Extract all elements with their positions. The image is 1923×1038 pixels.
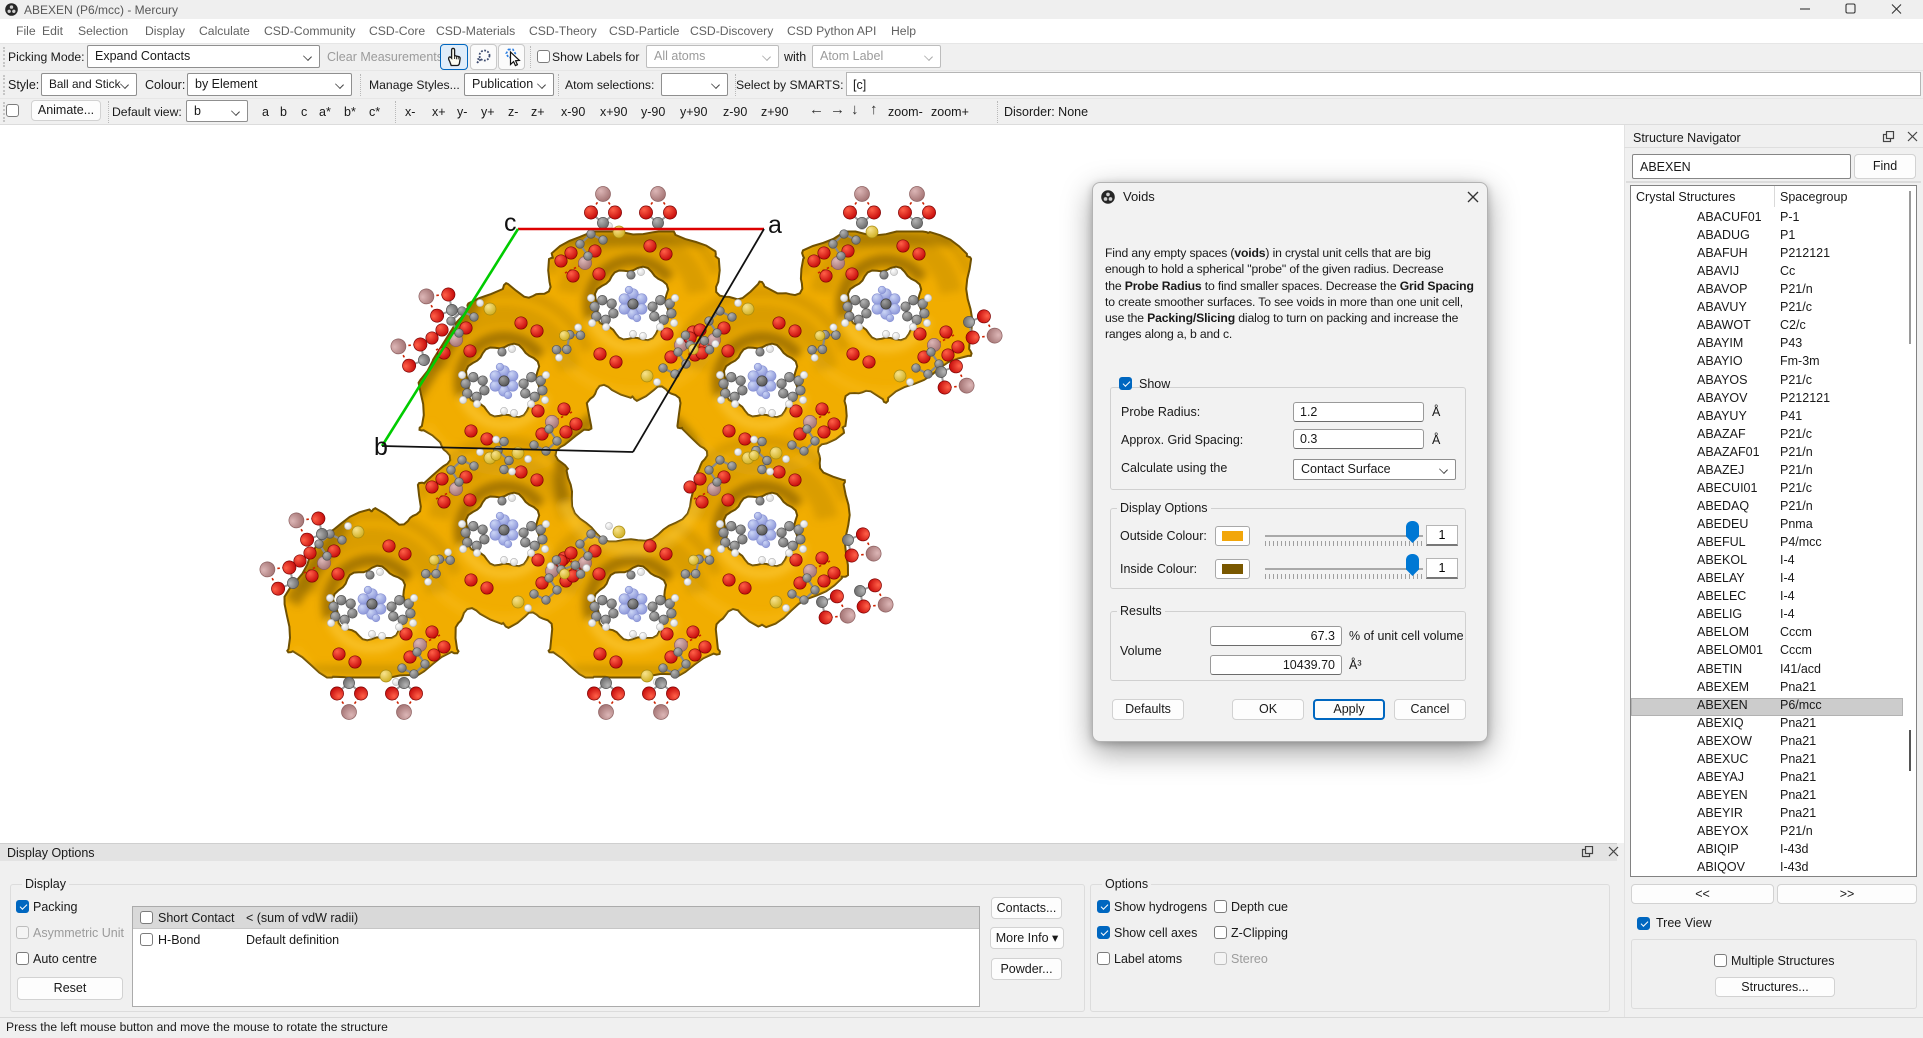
svg-text:c: c [504,209,517,237]
svg-text:a: a [768,211,782,239]
svg-text:b: b [374,433,388,461]
